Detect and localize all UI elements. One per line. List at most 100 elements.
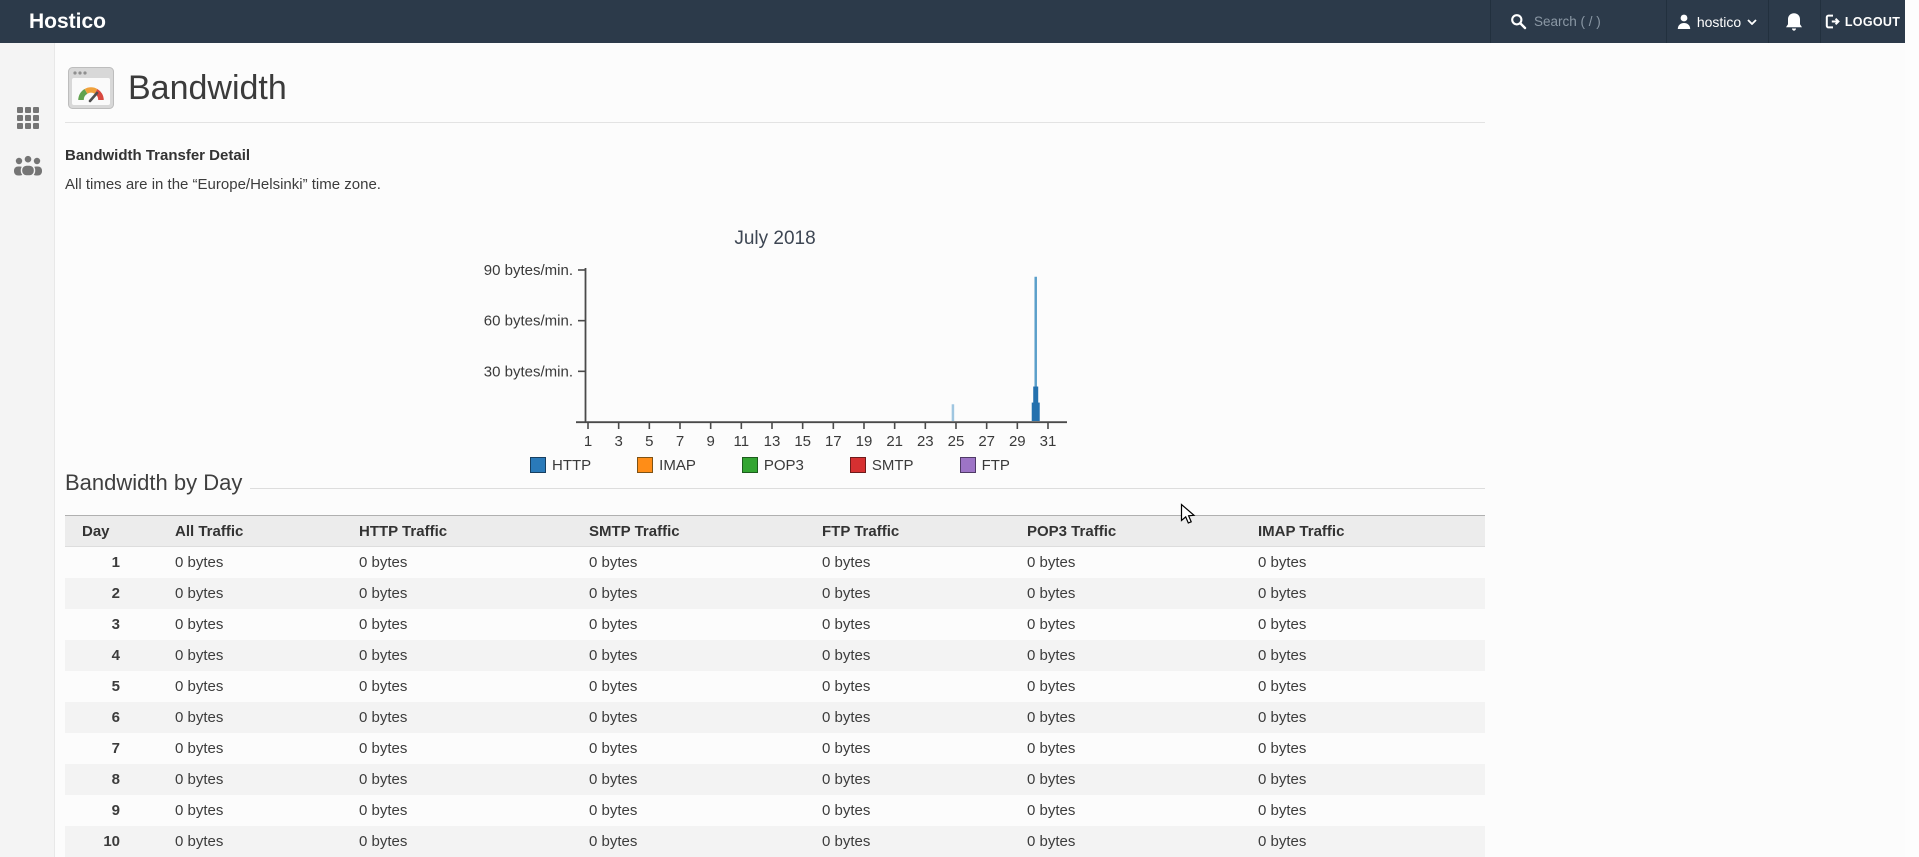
bandwidth-gauge-icon [68, 67, 114, 109]
traffic-cell: 0 bytes [175, 770, 224, 788]
svg-text:21: 21 [886, 433, 903, 450]
traffic-cell: 0 bytes [175, 739, 224, 757]
traffic-cell: 0 bytes [1027, 646, 1076, 664]
col-smtp: SMTP Traffic [572, 515, 805, 547]
traffic-cell: 0 bytes [1258, 708, 1307, 726]
sidebar-item-apps[interactable] [0, 107, 55, 129]
svg-text:9: 9 [706, 433, 714, 450]
traffic-cell: 0 bytes [822, 615, 871, 633]
username: hostico [1696, 13, 1742, 30]
svg-text:7: 7 [676, 433, 684, 450]
traffic-cell: 0 bytes [1258, 646, 1307, 664]
user-groups-icon [13, 154, 42, 176]
logout-label: LOGOUT [1844, 14, 1901, 29]
traffic-cell: 0 bytes [589, 770, 638, 788]
table-row: 10 0 bytes 0 bytes 0 bytes 0 bytes 0 bytes 0 b… [65, 825, 1485, 857]
traffic-cell: 0 bytes [1027, 770, 1076, 788]
svg-text:11: 11 [734, 433, 750, 450]
table-row: 1 0 bytes 0 bytes 0 bytes 0 bytes 0 bytes 0 by… [65, 547, 1485, 578]
svg-text:19: 19 [856, 433, 873, 450]
user-menu[interactable]: hostico [1666, 0, 1768, 43]
svg-text:17: 17 [825, 433, 842, 450]
chart-bars [951, 276, 1040, 421]
traffic-cell: 0 bytes [822, 801, 871, 819]
traffic-cell: 0 bytes [822, 708, 871, 726]
svg-text:3: 3 [614, 433, 622, 450]
traffic-cell: 0 bytes [1258, 739, 1307, 757]
col-all: All Traffic [158, 515, 342, 547]
svg-text:30 bytes/min.: 30 bytes/min. [484, 363, 573, 380]
detail-heading: Bandwidth Transfer Detail [65, 147, 251, 164]
svg-text:90 bytes/min.: 90 bytes/min. [484, 262, 573, 279]
day-cell: 1 [111, 553, 120, 571]
left-sidebar [0, 43, 55, 857]
chevron-down-icon [1747, 18, 1757, 25]
traffic-cell: 0 bytes [822, 646, 871, 664]
svg-text:25: 25 [948, 433, 965, 450]
traffic-cell: 0 bytes [359, 646, 408, 664]
apps-grid-icon [16, 107, 39, 129]
col-http: HTTP Traffic [342, 515, 572, 547]
col-imap: IMAP Traffic [1241, 515, 1485, 547]
user-icon [1677, 14, 1691, 29]
traffic-cell: 0 bytes [822, 677, 871, 695]
notifications-button[interactable] [1768, 0, 1820, 43]
traffic-cell: 0 bytes [1258, 553, 1307, 571]
traffic-cell: 0 bytes [359, 615, 408, 633]
traffic-cell: 0 bytes [359, 677, 408, 695]
traffic-cell: 0 bytes [1027, 615, 1076, 633]
traffic-cell: 0 bytes [589, 801, 638, 819]
traffic-cell: 0 bytes [175, 677, 224, 695]
byday-section-header: Bandwidth by Day [65, 470, 1485, 496]
traffic-cell: 0 bytes [175, 584, 224, 602]
svg-text:27: 27 [978, 433, 995, 450]
table-row: 6 0 bytes 0 bytes 0 bytes 0 bytes 0 bytes 0 by… [65, 701, 1485, 733]
table-row: 2 0 bytes 0 bytes 0 bytes 0 bytes 0 bytes 0 by… [65, 577, 1485, 609]
x-axis-ticks: 1 3 5 7 9 11 13 15 17 19 21 23 25 27 29 31 [584, 422, 1056, 450]
svg-text:5: 5 [645, 433, 653, 450]
traffic-cell: 0 bytes [359, 770, 408, 788]
day-cell: 2 [111, 584, 120, 602]
traffic-cell: 0 bytes [822, 553, 871, 571]
day-cell: 7 [111, 739, 120, 757]
svg-text:29: 29 [1009, 433, 1026, 450]
page-title: Bandwidth [128, 69, 287, 107]
traffic-cell: 0 bytes [1258, 832, 1307, 850]
traffic-cell: 0 bytes [1027, 801, 1076, 819]
logout-button[interactable]: LOGOUT [1820, 0, 1905, 43]
traffic-cell: 0 bytes [175, 801, 224, 819]
traffic-cell: 0 bytes [822, 832, 871, 850]
traffic-cell: 0 bytes [1027, 553, 1076, 571]
traffic-cell: 0 bytes [589, 832, 638, 850]
traffic-cell: 0 bytes [359, 584, 408, 602]
traffic-cell: 0 bytes [822, 770, 871, 788]
traffic-cell: 0 bytes [175, 708, 224, 726]
table-header-row: Day All Traffic HTTP Traffic SMTP Traffi… [65, 515, 1485, 547]
search-input[interactable] [1534, 14, 1652, 29]
table-row: 9 0 bytes 0 bytes 0 bytes 0 bytes 0 bytes 0 by… [65, 795, 1485, 826]
scrollbar-track[interactable] [1905, 0, 1919, 857]
search-box[interactable] [1490, 0, 1666, 43]
day-cell: 6 [111, 708, 120, 726]
sidebar-item-users[interactable] [0, 154, 55, 176]
traffic-cell: 0 bytes [589, 646, 638, 664]
brand-logo[interactable]: Hostico [29, 0, 106, 43]
svg-text:60 bytes/min.: 60 bytes/min. [484, 313, 573, 330]
traffic-cell: 0 bytes [1027, 584, 1076, 602]
traffic-cell: 0 bytes [359, 832, 408, 850]
table-row: 7 0 bytes 0 bytes 0 bytes 0 bytes 0 bytes 0 by… [65, 733, 1485, 764]
traffic-cell: 0 bytes [359, 801, 408, 819]
traffic-cell: 0 bytes [175, 553, 224, 571]
traffic-cell: 0 bytes [589, 739, 638, 757]
y-axis-ticks: 90 bytes/min. 60 bytes/min. 30 bytes/min. [484, 262, 585, 380]
svg-text:1: 1 [584, 433, 592, 450]
traffic-cell: 0 bytes [822, 584, 871, 602]
day-cell: 9 [111, 801, 120, 819]
day-cell: 5 [111, 677, 120, 695]
traffic-cell: 0 bytes [1258, 615, 1307, 633]
svg-text:23: 23 [917, 433, 934, 450]
chart-title: July 2018 [734, 228, 815, 249]
traffic-cell: 0 bytes [359, 553, 408, 571]
byday-heading: Bandwidth by Day [65, 470, 243, 495]
traffic-cell: 0 bytes [1258, 584, 1307, 602]
